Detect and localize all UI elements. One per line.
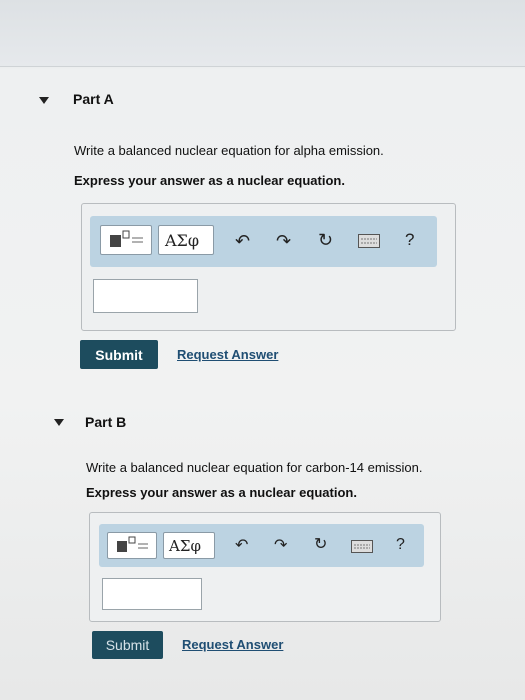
part-a-submit-button[interactable]: Submit xyxy=(80,340,158,369)
templates-icon xyxy=(117,536,148,552)
redo-icon[interactable]: ↷ xyxy=(274,537,287,555)
symbols-button[interactable]: ΑΣφ xyxy=(163,532,215,559)
help-icon[interactable]: ? xyxy=(405,231,414,249)
symbols-label: ΑΣφ xyxy=(169,537,201,555)
part-b-title[interactable]: Part B xyxy=(85,414,126,430)
reset-icon[interactable]: ↻ xyxy=(314,536,327,554)
redo-icon[interactable]: ↷ xyxy=(276,232,291,250)
top-band xyxy=(0,0,525,66)
reset-icon[interactable]: ↻ xyxy=(318,231,333,249)
keyboard-icon[interactable] xyxy=(351,540,373,553)
symbols-label: ΑΣφ xyxy=(165,231,200,250)
part-a-answer-input[interactable] xyxy=(93,279,198,313)
templates-button[interactable] xyxy=(100,225,152,255)
part-a-question: Write a balanced nuclear equation for al… xyxy=(74,143,384,158)
templates-button[interactable] xyxy=(107,532,157,559)
collapse-triangle-icon[interactable] xyxy=(54,419,64,426)
part-a-request-answer-link[interactable]: Request Answer xyxy=(177,347,278,362)
templates-icon xyxy=(110,230,143,247)
undo-icon[interactable]: ↶ xyxy=(235,537,248,555)
part-a-title[interactable]: Part A xyxy=(73,91,114,107)
part-b-submit-button[interactable]: Submit xyxy=(92,631,163,659)
part-b-question: Write a balanced nuclear equation for ca… xyxy=(86,460,423,475)
part-b-request-answer-link[interactable]: Request Answer xyxy=(182,637,283,652)
part-b-instruction: Express your answer as a nuclear equatio… xyxy=(86,485,357,500)
undo-icon[interactable]: ↶ xyxy=(235,232,250,250)
part-a-instruction: Express your answer as a nuclear equatio… xyxy=(74,173,345,188)
collapse-triangle-icon[interactable] xyxy=(39,97,49,104)
keyboard-icon[interactable] xyxy=(358,234,380,248)
part-b-toolbar: ΑΣφ ↶ ↷ ↻ ? xyxy=(99,524,424,567)
part-b-answer-input[interactable] xyxy=(102,578,202,610)
part-a-toolbar: ΑΣφ ↶ ↷ ↻ ? xyxy=(90,216,437,267)
symbols-button[interactable]: ΑΣφ xyxy=(158,225,214,255)
help-icon[interactable]: ? xyxy=(396,536,405,554)
divider xyxy=(0,66,525,67)
